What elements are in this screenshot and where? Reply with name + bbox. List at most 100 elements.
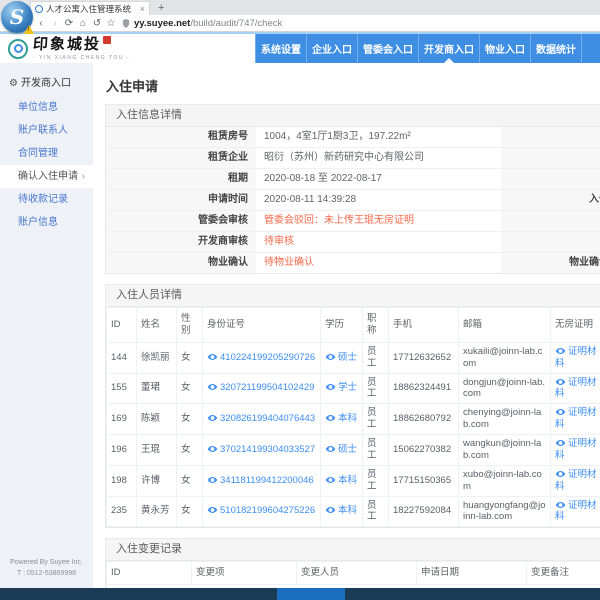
nav-item-label: 企业入口 [312,41,352,56]
idcard-number[interactable]: 320826199404076443 [220,413,315,425]
sidebar-item-account-contacts[interactable]: 账户联系人 [0,119,93,142]
column-header: 无房证明 [551,308,600,343]
sidebar-item-account-info[interactable]: 账户信息 [0,211,93,234]
new-tab-button[interactable]: + [158,2,164,14]
column-header: 手机 [389,308,459,343]
idcard-number[interactable]: 410224199205290726 [220,352,315,364]
cell-idcard-link[interactable]: 320721199504102429 [203,373,321,404]
column-header: 邮箱 [459,308,551,343]
cell-cert-link[interactable]: 证明材料 [551,435,600,466]
cell-idcard-link[interactable]: 320826199404076443 [203,404,321,435]
occupant-row: 235黄永芳女510182199604275226本科员工18227592084… [107,496,600,527]
idcard-number[interactable]: 320721199504102429 [220,382,314,394]
bookmark-star-icon[interactable]: ☆ [104,18,118,29]
degree-label[interactable]: 本科 [338,505,357,516]
back-icon[interactable]: ‹ [34,18,48,29]
brand-subtitle: - YIN XIANG CHENG TOU - [33,55,130,61]
detail-right-label [501,232,600,252]
occupants-table: ID姓名性别身份证号学历职称手机邮箱无房证明144徐凯丽女41022419920… [106,307,600,527]
cell-cert-link[interactable]: 证明材料 [551,496,600,527]
history-icon[interactable]: ↺ [90,18,104,29]
cell-idcard-link[interactable]: 410224199205290726 [203,342,321,373]
column-header: 职称 [363,308,389,343]
detail-right-label [501,148,600,168]
idcard-number[interactable]: 341181199412200046 [220,475,314,487]
degree-label[interactable]: 硕士 [338,352,357,363]
gear-icon: ⚙ [9,78,18,89]
eye-icon [325,353,336,361]
detail-right-label [501,211,600,231]
cell-phone: 17715150365 [389,465,459,496]
cell-id: 155 [107,373,137,404]
cell-title: 员工 [363,342,389,373]
scrollbar-thumb[interactable] [277,588,345,600]
occupant-row: 144徐凯丽女410224199205290726硕士员工17712632652… [107,342,600,373]
nav-item-label: 开发商入口 [424,41,474,56]
degree-label[interactable]: 本科 [338,413,357,424]
screen: 人才公寓入住管理系统 × + ‹ › ⟳ ⌂ ↺ ☆ yy.suyee.net/… [0,0,600,600]
forward-icon[interactable]: › [48,18,62,29]
main-area: 入住申请 入住信息详情 租赁房号1004，4室1厅1厨3卫，197.22m²租赁… [93,63,600,589]
cell-degree-link[interactable]: 本科 [321,465,363,496]
eye-icon [555,347,566,355]
detail-value: 昭衍（苏州）新药研究中心有限公司 [256,148,501,168]
nav-item-committee-entry[interactable]: 管委会入口 [358,34,419,63]
url-bar: ‹ › ⟳ ⌂ ↺ ☆ yy.suyee.net/build/audit/747… [0,15,600,32]
detail-row: 物业确认待物业确认物业确认时间 [106,253,600,273]
cell-idcard-link[interactable]: 510182199604275226 [203,496,321,527]
sidebar-item-contract-management[interactable]: 合同管理 [0,142,93,165]
sidebar-item-pending-payment-records[interactable]: 待收款记录 [0,188,93,211]
browser-chrome: 人才公寓入住管理系统 × + ‹ › ⟳ ⌂ ↺ ☆ yy.suyee.net/… [0,0,600,32]
eye-icon [555,501,566,509]
eye-icon [207,383,218,391]
cell-idcard-link[interactable]: 341181199412200046 [203,465,321,496]
nav-item-system-settings[interactable]: 系统设置 [255,34,307,63]
cell-cert-link[interactable]: 证明材料 [551,404,600,435]
cell-cert-link[interactable]: 证明材料 [551,465,600,496]
detail-row: 租赁企业昭衍（苏州）新药研究中心有限公司 [106,148,600,169]
idcard-number[interactable]: 510182199604275226 [220,505,315,517]
cell-degree-link[interactable]: 本科 [321,404,363,435]
idcard-number[interactable]: 370214199304033527 [220,444,315,456]
cell-name: 陈颖 [137,404,177,435]
browser-tab[interactable]: 人才公寓入住管理系统 × [30,1,150,15]
sidebar-header-label: 开发商入口 [21,78,71,89]
cell-degree-link[interactable]: 硕士 [321,342,363,373]
home-icon[interactable]: ⌂ [76,18,90,29]
cell-cert-link[interactable]: 证明材料 [551,373,600,404]
cell-degree-link[interactable]: 硕士 [321,435,363,466]
column-header: 性别 [177,308,203,343]
brand-rings-icon [8,39,28,59]
nav-item-developer-entry[interactable]: 开发商入口 [419,34,480,63]
nav-item-data-statistics[interactable]: 数据统计 [531,34,582,63]
degree-label[interactable]: 学士 [338,382,357,393]
taskbar [0,588,600,600]
cell-degree-link[interactable]: 本科 [321,496,363,527]
cell-name: 许博 [137,465,177,496]
nav-item-property-entry[interactable]: 物业入口 [480,34,531,63]
cell-email: dongjun@joinn-lab.com [459,373,551,404]
detail-right-area [501,211,600,231]
degree-label[interactable]: 本科 [338,475,357,486]
detail-label: 申请时间 [106,190,256,210]
reload-icon[interactable]: ⟳ [62,18,76,29]
detail-label: 开发商审核 [106,232,256,252]
degree-label[interactable]: 硕士 [338,444,357,455]
cell-degree-link[interactable]: 学士 [321,373,363,404]
detail-value: 1004，4室1厅1厨3卫，197.22m² [256,127,501,147]
cell-cert-link[interactable]: 证明材料 [551,342,600,373]
cell-idcard-link[interactable]: 370214199304033527 [203,435,321,466]
occupants-heading: 入住人员详情 [106,285,600,307]
occupants-header-row: ID姓名性别身份证号学历职称手机邮箱无房证明 [107,308,600,343]
detail-row: 管委会审核管委会驳回：未上传王琨无房证明 [106,211,600,232]
eye-icon [207,445,218,453]
nav-item-enterprise-entry[interactable]: 企业入口 [307,34,358,63]
eye-icon [325,414,336,422]
close-tab-icon[interactable]: × [140,4,145,14]
occupant-row: 155董珺女320721199504102429学士员工18862324491d… [107,373,600,404]
sidebar-item-confirm-checkin-request[interactable]: 确认入住申请› [0,165,93,188]
column-header: 变更备注 [527,562,600,585]
sidebar-item-unit-info[interactable]: 单位信息 [0,96,93,119]
url-field[interactable]: yy.suyee.net/build/audit/747/check [122,18,600,29]
cell-gender: 女 [177,342,203,373]
